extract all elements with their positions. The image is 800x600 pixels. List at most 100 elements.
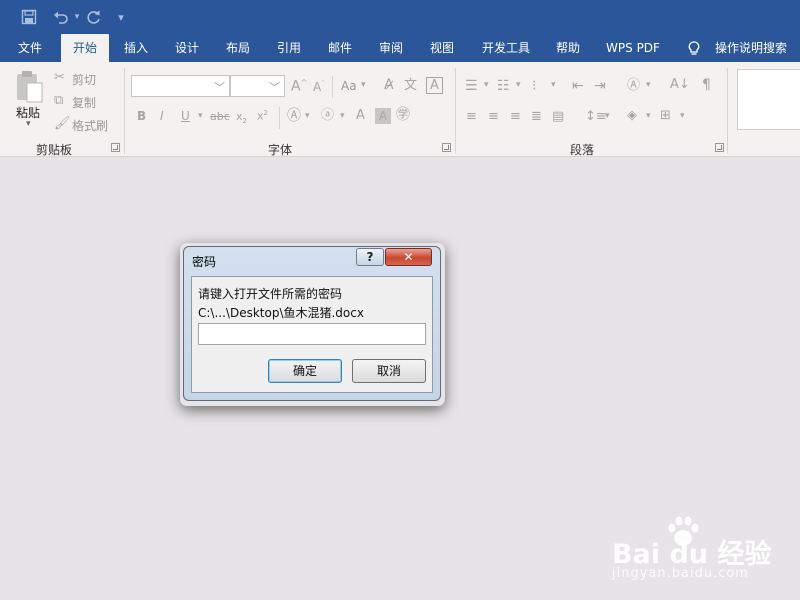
- italic-icon[interactable]: I: [160, 110, 164, 122]
- chevron-down-icon[interactable]: ▾: [361, 81, 366, 90]
- cut-button[interactable]: 剪切: [72, 71, 96, 88]
- subscript-icon[interactable]: x2: [236, 111, 247, 125]
- tab-help[interactable]: 帮助: [547, 34, 589, 62]
- paste-icon[interactable]: [14, 69, 44, 106]
- paragraph-group-label: 段落: [570, 143, 595, 157]
- undo-dropdown-icon[interactable]: ▾: [72, 6, 82, 28]
- numbering-icon[interactable]: ☷: [497, 79, 510, 93]
- tab-mailings[interactable]: 邮件: [319, 34, 361, 62]
- tab-design[interactable]: 设计: [166, 34, 208, 62]
- change-case-button[interactable]: Aa: [341, 79, 357, 93]
- clipboard-group-label: 剪贴板: [36, 143, 73, 157]
- increase-indent-icon[interactable]: ⇥: [594, 79, 606, 93]
- tell-me-search[interactable]: 操作说明搜索: [711, 34, 791, 62]
- text-effects-icon[interactable]: Ⓐ: [287, 109, 301, 123]
- copy-button[interactable]: 复制: [72, 94, 96, 111]
- tab-references[interactable]: 引用: [268, 34, 310, 62]
- group-separator: [727, 68, 728, 154]
- chevron-down-icon[interactable]: ▾: [516, 81, 521, 90]
- tab-developer[interactable]: 开发工具: [474, 34, 538, 62]
- tab-review[interactable]: 审阅: [370, 34, 412, 62]
- align-right-icon[interactable]: ≡: [510, 110, 521, 123]
- chevron-down-icon[interactable]: ▾: [551, 81, 556, 90]
- font-name-combo[interactable]: ﹀: [131, 75, 230, 97]
- decrease-indent-icon[interactable]: ⇤: [572, 79, 584, 93]
- chevron-down-icon[interactable]: ▾: [305, 112, 310, 121]
- show-formatting-marks-icon[interactable]: ¶: [702, 78, 711, 92]
- close-button[interactable]: ✕: [385, 248, 432, 266]
- chevron-down-icon[interactable]: ▾: [646, 112, 651, 121]
- chevron-down-icon[interactable]: ▾: [680, 112, 685, 121]
- format-painter-button[interactable]: 格式刷: [72, 117, 108, 134]
- distributed-icon[interactable]: ▤: [552, 110, 564, 123]
- font-size-combo[interactable]: ﹀: [230, 75, 285, 97]
- line-spacing-icon[interactable]: ↕≡: [585, 110, 607, 123]
- align-center-icon[interactable]: ≡: [488, 110, 499, 123]
- shading-icon[interactable]: ◈: [627, 109, 637, 122]
- character-shading-icon[interactable]: A: [375, 108, 391, 124]
- copy-icon: ⧉: [54, 93, 64, 108]
- tab-layout[interactable]: 布局: [217, 34, 259, 62]
- underline-icon[interactable]: U: [181, 110, 190, 122]
- title-bar: ▾ ▾: [0, 0, 800, 34]
- cancel-button[interactable]: 取消: [352, 359, 426, 383]
- undo-icon[interactable]: [50, 6, 72, 28]
- tab-wps-pdf[interactable]: WPS PDF: [599, 34, 667, 62]
- highlight-icon[interactable]: ⓐ: [321, 109, 334, 122]
- clipboard-launcher-icon[interactable]: [111, 143, 120, 152]
- character-border-icon[interactable]: A: [426, 77, 443, 94]
- redo-icon[interactable]: [84, 6, 104, 28]
- password-input[interactable]: [198, 323, 426, 345]
- chevron-down-icon[interactable]: ▾: [484, 81, 489, 90]
- save-icon[interactable]: [18, 6, 40, 28]
- phonetic-guide-icon[interactable]: 文: [404, 79, 417, 92]
- shrink-font-icon[interactable]: Aˇ: [313, 81, 325, 94]
- tab-file[interactable]: 文件: [8, 34, 52, 62]
- font-group-label: 字体: [268, 143, 293, 157]
- group-separator: [455, 68, 456, 154]
- bullets-icon[interactable]: ☰: [465, 79, 478, 93]
- chinese-layout-icon[interactable]: Ⓐ: [627, 79, 640, 92]
- divider: [279, 107, 280, 129]
- sort-icon[interactable]: A↓: [670, 78, 690, 91]
- clear-formatting-icon[interactable]: A̷: [384, 78, 394, 92]
- tab-insert[interactable]: 插入: [115, 34, 157, 62]
- grow-font-icon[interactable]: A^: [291, 79, 307, 94]
- divider: [332, 76, 333, 98]
- multilevel-list-icon[interactable]: ⁝: [532, 79, 536, 93]
- tab-view[interactable]: 视图: [421, 34, 463, 62]
- justify-icon[interactable]: ≣: [531, 110, 542, 123]
- font-color-icon[interactable]: A: [356, 109, 365, 122]
- chevron-down-icon: ﹀: [269, 81, 280, 94]
- chevron-down-icon[interactable]: ▾: [340, 112, 345, 121]
- align-left-icon[interactable]: ≡: [466, 110, 477, 123]
- scissors-icon: ✂: [54, 70, 65, 85]
- password-prompt: 请键入打开文件所需的密码: [198, 287, 343, 301]
- paragraph-launcher-icon[interactable]: [715, 143, 724, 152]
- password-dialog: 密码 ? ✕ 请键入打开文件所需的密码 C:\...\Desktop\鱼木混猪.…: [183, 246, 441, 401]
- ribbon-tab-bar: 文件 开始 插入 设计 布局 引用 邮件 审阅 视图 开发工具 帮助 WPS P…: [0, 34, 800, 62]
- file-path-label: C:\...\Desktop\鱼木混猪.docx: [198, 306, 364, 320]
- enclose-characters-icon[interactable]: ㊫: [396, 108, 410, 122]
- styles-gallery[interactable]: [737, 69, 800, 130]
- tab-home[interactable]: 开始: [61, 34, 109, 62]
- bold-icon[interactable]: B: [137, 110, 146, 122]
- dialog-title: 密码: [192, 255, 217, 269]
- underline-dropdown-icon[interactable]: ▾: [198, 112, 203, 121]
- font-launcher-icon[interactable]: [442, 143, 451, 152]
- watermark-url: jingyan.baidu.com: [612, 566, 749, 581]
- chevron-down-icon[interactable]: ▾: [605, 112, 610, 121]
- chevron-down-icon: ﹀: [214, 81, 225, 94]
- lightbulb-icon[interactable]: [686, 34, 702, 62]
- chevron-down-icon[interactable]: ▾: [646, 81, 651, 90]
- dialog-body: 请键入打开文件所需的密码 C:\...\Desktop\鱼木混猪.docx 确定…: [191, 276, 433, 393]
- borders-icon[interactable]: ⊞: [660, 109, 671, 122]
- ribbon: 粘贴 ▾ ✂ 剪切 ⧉ 复制 🖌 格式刷 剪贴板 ﹀ ﹀ A^ Aˇ Aa ▾ …: [0, 62, 800, 157]
- help-button[interactable]: ?: [356, 248, 384, 266]
- paste-dropdown-icon[interactable]: ▾: [26, 120, 31, 129]
- ok-button[interactable]: 确定: [268, 359, 342, 383]
- customize-qat-icon[interactable]: ▾: [114, 6, 128, 28]
- superscript-icon[interactable]: x2: [257, 110, 268, 122]
- format-painter-icon: 🖌: [54, 116, 71, 131]
- strikethrough-icon[interactable]: abc: [210, 111, 230, 122]
